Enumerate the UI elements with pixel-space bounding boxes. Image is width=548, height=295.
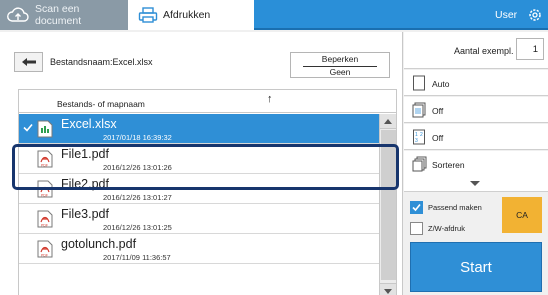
duplex-option[interactable]: Off <box>404 97 548 123</box>
collate-option[interactable]: Sorteren <box>404 151 548 177</box>
bw-print-label: Z/W-afdruk <box>428 224 465 233</box>
svg-text:PDF: PDF <box>41 194 48 198</box>
multi-page-option[interactable]: 1 2 3 Off <box>404 124 548 150</box>
limit-filter-title: Beperken <box>321 54 359 64</box>
pdf-file-icon: PDF <box>37 150 53 168</box>
svg-text:PDF: PDF <box>41 164 48 168</box>
file-date: 2017/11/09 11:36:57 <box>103 253 171 262</box>
file-list-scrollbar[interactable] <box>379 114 396 295</box>
file-name: gotolunch.pdf <box>61 237 137 251</box>
file-date: 2016/12/26 13:01:26 <box>103 163 172 172</box>
copies-label: Aantal exempl. <box>454 46 514 56</box>
file-name: File2.pdf <box>61 177 109 191</box>
start-button[interactable]: Start <box>410 242 542 292</box>
collate-label: Sorteren <box>432 160 465 170</box>
file-row[interactable]: PDF File1.pdf 2016/12/26 13:01:26 <box>19 144 379 174</box>
triangle-up-icon <box>384 119 392 124</box>
arrow-left-icon <box>21 58 36 66</box>
more-options-button[interactable] <box>404 176 548 192</box>
collate-icon <box>412 156 427 172</box>
duplex-label: Off <box>432 106 444 116</box>
excel-file-icon <box>37 120 53 138</box>
file-row-excel[interactable]: Excel.xlsx 2017/01/18 16:39:32 <box>19 114 379 144</box>
file-date: 2016/12/26 13:01:25 <box>103 223 172 232</box>
bw-print-checkbox[interactable] <box>410 222 423 235</box>
file-list-header[interactable]: Bestands- of mapnaam ↑ <box>19 90 396 113</box>
svg-text:PDF: PDF <box>41 254 48 258</box>
paper-source-label: Auto <box>432 79 450 89</box>
scroll-down-button[interactable] <box>380 283 396 295</box>
tab-scan-document[interactable]: Scan een document <box>0 0 128 30</box>
duplex-icon <box>412 102 426 118</box>
file-browser-panel: Bestandsnaam:Excel.xlsx Beperken Geen Be… <box>0 32 403 295</box>
tab-print[interactable]: Afdrukken <box>128 0 254 30</box>
tab-print-label: Afdrukken <box>163 9 211 21</box>
file-row[interactable]: PDF File3.pdf 2016/12/26 13:01:25 <box>19 204 379 234</box>
fit-to-page-label: Passend maken <box>428 203 482 212</box>
pdf-file-icon: PDF <box>37 210 53 228</box>
print-settings-panel: Aantal exempl. 1 Auto Off 1 2 3 Off Sort… <box>404 32 548 295</box>
scroll-up-button[interactable] <box>380 114 396 129</box>
gear-icon[interactable] <box>527 7 543 23</box>
cloud-upload-icon <box>7 7 29 22</box>
pdf-file-icon: PDF <box>37 180 53 198</box>
printer-icon <box>138 7 158 23</box>
file-date: 2016/12/26 13:01:27 <box>103 193 172 202</box>
page-icon <box>413 75 425 91</box>
user-label[interactable]: User <box>495 9 517 21</box>
file-rows: Excel.xlsx 2017/01/18 16:39:32 PDF File1… <box>19 114 379 264</box>
fit-to-page-toggle[interactable]: Passend maken <box>410 199 500 217</box>
file-row[interactable]: PDF gotolunch.pdf 2017/11/09 11:36:57 <box>19 234 379 264</box>
file-date: 2017/01/18 16:39:32 <box>103 133 172 142</box>
multi-page-icon: 1 2 3 <box>413 129 425 145</box>
top-bar: Scan een document Afdrukken User <box>0 0 548 30</box>
scroll-thumb[interactable] <box>381 130 396 280</box>
column-header-name: Bestands- of mapnaam <box>57 99 145 109</box>
paper-size-badge[interactable]: CA <box>502 197 542 233</box>
svg-text:3: 3 <box>415 138 418 144</box>
bw-print-toggle[interactable]: Z/W-afdruk <box>410 220 500 238</box>
filename-label: Bestandsnaam:Excel.xlsx <box>50 57 153 67</box>
checkmark-icon <box>412 203 421 212</box>
file-name: Excel.xlsx <box>61 117 117 131</box>
limit-filter-button[interactable]: Beperken Geen <box>290 52 390 78</box>
file-name: File3.pdf <box>61 207 109 221</box>
multi-page-label: Off <box>432 133 444 143</box>
chevron-down-icon <box>470 181 480 186</box>
triangle-down-icon <box>384 289 392 294</box>
copies-row: Aantal exempl. 1 <box>404 32 548 69</box>
sort-ascending-icon[interactable]: ↑ <box>267 93 273 105</box>
svg-text:2: 2 <box>420 132 423 138</box>
fit-to-page-checkbox[interactable] <box>410 201 423 214</box>
back-button[interactable] <box>14 52 43 72</box>
tab-scan-label: Scan een document <box>35 3 82 27</box>
checkmark-icon <box>23 123 33 132</box>
pdf-file-icon: PDF <box>37 240 53 258</box>
limit-filter-value: Geen <box>329 67 351 77</box>
file-name: File1.pdf <box>61 147 109 161</box>
copies-input[interactable]: 1 <box>516 38 544 60</box>
svg-text:PDF: PDF <box>41 224 48 228</box>
paper-source-option[interactable]: Auto <box>404 70 548 96</box>
file-list: Bestands- of mapnaam ↑ Excel.xlsx 2017/0… <box>18 89 397 295</box>
file-row[interactable]: PDF File2.pdf 2016/12/26 13:01:27 <box>19 174 379 204</box>
